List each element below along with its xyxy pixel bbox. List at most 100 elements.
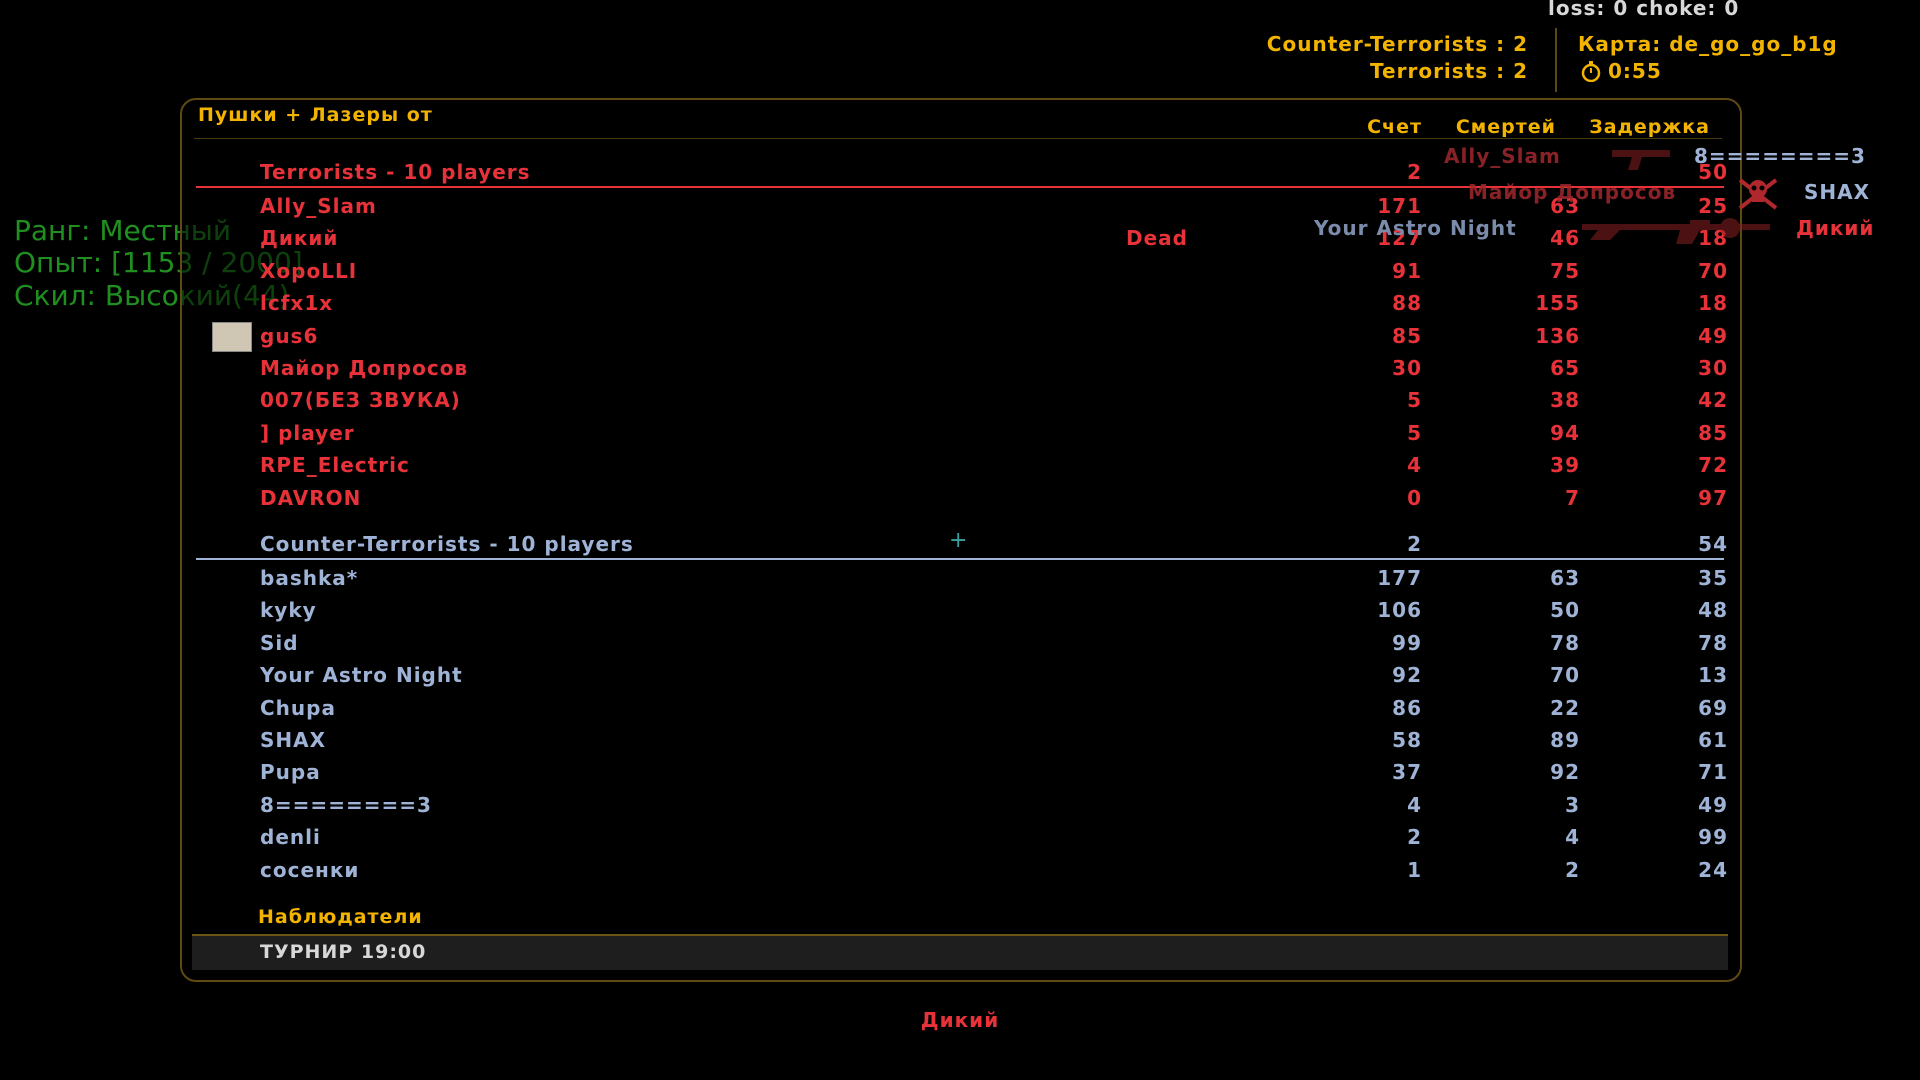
player-score: 177 [1377, 566, 1422, 590]
player-ping: 35 [1698, 566, 1728, 590]
player-name: Ally_Slam [260, 194, 377, 218]
player-deaths: 94 [1550, 420, 1580, 445]
player-deaths: 3 [1565, 792, 1580, 817]
rifle-icon [1582, 218, 1770, 244]
player-row: 007(БЕЗ ЗВУКА) 5 38 42 [182, 388, 1740, 420]
player-ping: 72 [1698, 453, 1728, 478]
player-name: kyky [260, 598, 317, 623]
player-name: Your Astro Night [260, 663, 463, 688]
player-name: Sid [260, 630, 299, 655]
player-row: Your Astro Night 92 70 13 [182, 663, 1740, 695]
pistol-icon [1612, 150, 1670, 170]
player-name: gus6 [260, 323, 319, 348]
column-ping-header: Задержка [1589, 116, 1710, 138]
player-row: Chupa 86 22 69 [182, 696, 1740, 728]
spectators-label: Наблюдатели [258, 906, 423, 928]
player-deaths: 136 [1535, 323, 1580, 348]
player-deaths: 63 [1550, 566, 1580, 590]
server-title: Пушки + Лазеры от [198, 104, 433, 126]
player-deaths: 65 [1550, 356, 1580, 380]
player-deaths: 50 [1550, 598, 1580, 623]
player-score: 30 [1392, 356, 1422, 380]
footer-text: ТУРНИР 19:00 [260, 941, 427, 963]
player-name: Chupa [260, 695, 336, 720]
player-ping: 49 [1698, 323, 1728, 348]
player-ping: 85 [1698, 420, 1728, 445]
player-ping: 99 [1698, 825, 1728, 850]
player-row: Sid 99 78 78 [182, 631, 1740, 663]
team-score: 2 [1407, 160, 1422, 184]
player-ping: 24 [1698, 857, 1728, 882]
column-deaths-header: Смертей [1455, 116, 1556, 138]
player-row: kyky 106 50 48 [182, 598, 1740, 630]
player-row: gus6 85 136 49 [182, 324, 1740, 356]
player-row: lcfx1x 88 155 18 [182, 291, 1740, 323]
killfeed-attacker: Ally_Slam [1444, 144, 1561, 168]
player-score: 85 [1392, 323, 1422, 348]
player-name: bashka* [260, 566, 359, 590]
player-score: 2 [1407, 825, 1422, 850]
player-name: lcfx1x [260, 291, 334, 316]
player-name: RPE_Electric [260, 453, 410, 478]
player-name: denli [260, 825, 321, 850]
player-deaths: 46 [1550, 226, 1580, 251]
player-ping: 97 [1698, 485, 1728, 510]
player-ping: 78 [1698, 630, 1728, 655]
player-score: 91 [1392, 258, 1422, 283]
player-ping: 42 [1698, 388, 1728, 413]
player-name: Майор Допросов [260, 356, 469, 380]
player-row: SHAX 58 89 61 [182, 728, 1740, 760]
player-name: DAVRON [260, 485, 362, 510]
player-row: Pupa 37 92 71 [182, 760, 1740, 792]
killfeed-victim: Дикий [1796, 216, 1875, 240]
player-name: сосенки [260, 857, 360, 882]
player-deaths: 75 [1550, 258, 1580, 283]
player-ping: 13 [1698, 663, 1728, 688]
column-score-header: Счет [1367, 116, 1422, 138]
net-status: loss: 0 choke: 0 [1548, 0, 1740, 20]
killfeed-attacker: Your Astro Night [1314, 216, 1517, 240]
player-score: 99 [1392, 630, 1422, 655]
avatar [212, 322, 252, 352]
player-score: 5 [1407, 388, 1422, 413]
player-deaths: 7 [1565, 485, 1580, 510]
player-deaths: 39 [1550, 453, 1580, 478]
crosshair-icon: + [949, 528, 969, 553]
dead-status: Dead [1126, 226, 1188, 250]
skull-icon [1738, 178, 1778, 210]
player-score: 0 [1407, 485, 1422, 510]
player-name: 007(БЕЗ ЗВУКА) [260, 388, 461, 413]
player-score: 58 [1392, 728, 1422, 752]
killfeed-victim: SHAX [1804, 180, 1871, 204]
player-row: XopoLLI 91 75 70 [182, 259, 1740, 291]
player-ping: 71 [1698, 760, 1728, 785]
player-ping: 70 [1698, 258, 1728, 283]
ct-divider [196, 558, 1724, 560]
player-row: denli 2 4 99 [182, 825, 1740, 857]
player-row: DAVRON 0 7 97 [182, 486, 1740, 518]
player-score: 171 [1377, 194, 1422, 218]
player-ping: 48 [1698, 598, 1728, 623]
player-deaths: 155 [1535, 291, 1580, 316]
player-score: 86 [1392, 695, 1422, 720]
player-deaths: 89 [1550, 728, 1580, 752]
player-score: 5 [1407, 420, 1422, 445]
player-deaths: 4 [1565, 825, 1580, 850]
timer-value: 0:55 [1608, 59, 1662, 83]
team-name: Counter-Terrorists - 10 players [260, 532, 634, 556]
player-row: Майор Допросов 30 65 30 [182, 356, 1740, 388]
player-name: XopoLLI [260, 258, 358, 283]
killfeed-attacker: Майор Допросов [1468, 180, 1677, 204]
header-divider [194, 138, 1722, 139]
player-deaths: 22 [1550, 695, 1580, 720]
spectated-player-name: Дикий [920, 1008, 1000, 1032]
player-row: 8========3 4 3 49 [182, 793, 1740, 825]
map-name: Карта: de_go_go_b1g [1578, 32, 1838, 56]
hud-divider [1555, 28, 1557, 92]
player-name: Pupa [260, 760, 321, 785]
player-score: 37 [1392, 760, 1422, 785]
player-score: 106 [1377, 598, 1422, 623]
player-ping: 61 [1698, 728, 1728, 752]
player-row: bashka* 177 63 35 [182, 566, 1740, 598]
player-deaths: 2 [1565, 857, 1580, 882]
